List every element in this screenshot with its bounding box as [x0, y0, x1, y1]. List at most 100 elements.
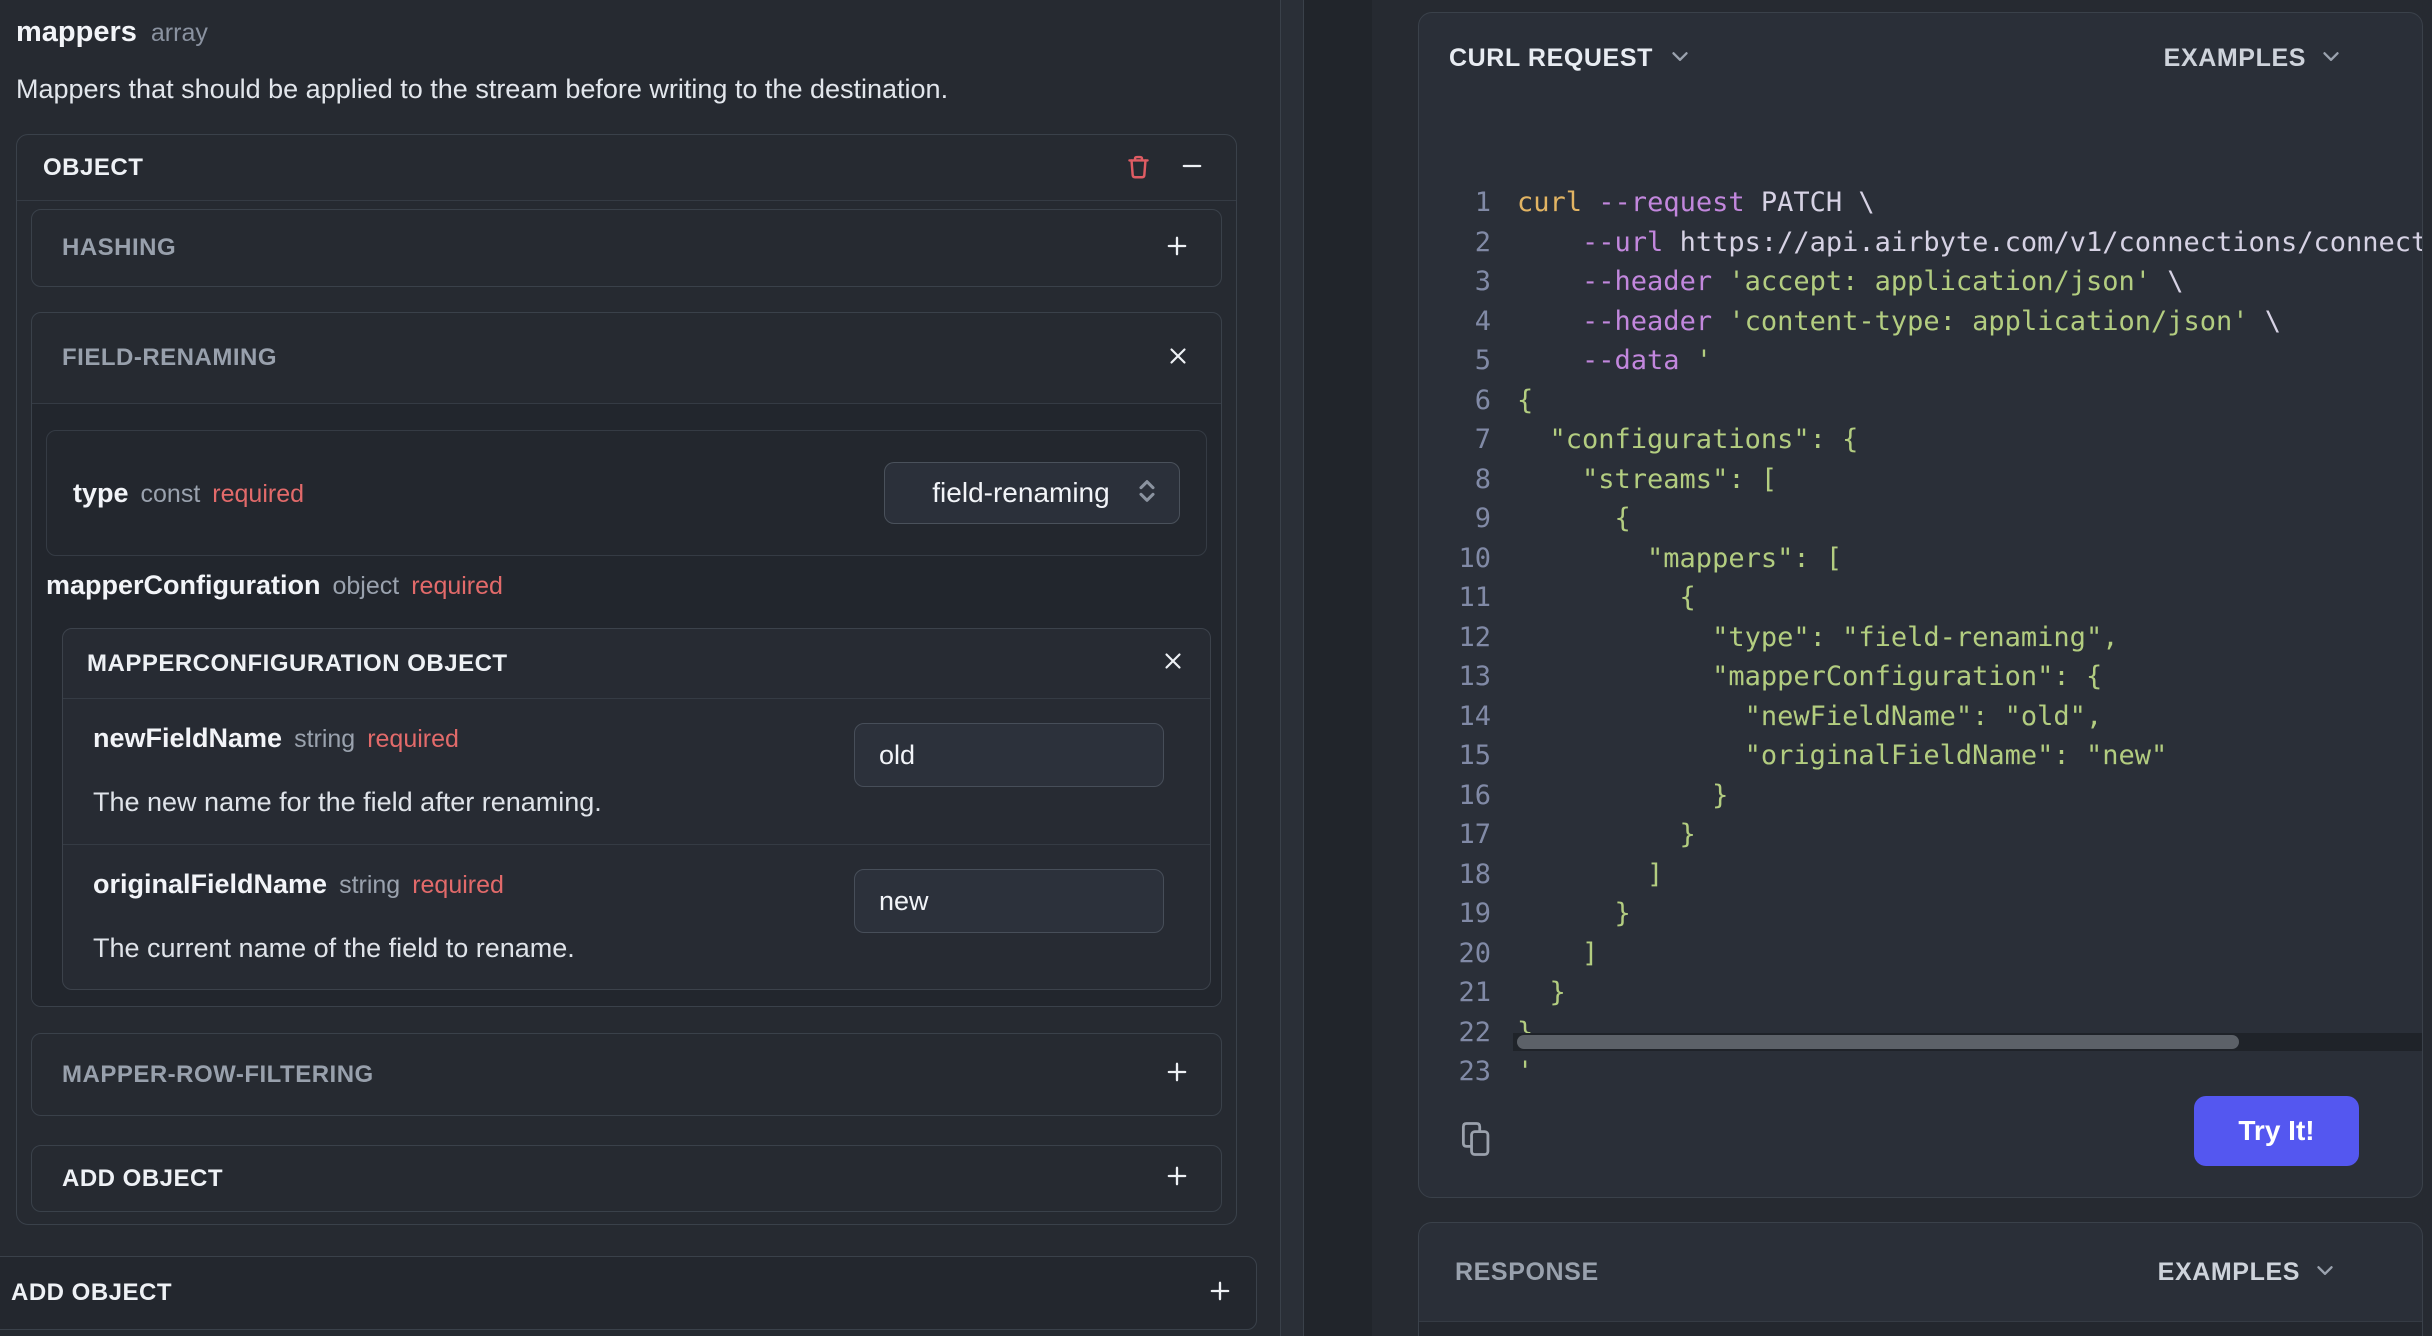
code-line: 18 ] — [1441, 855, 2422, 895]
code-line: 13 "mapperConfiguration": { — [1441, 657, 2422, 697]
response-body — [1419, 1322, 2422, 1336]
line-number: 5 — [1474, 345, 1491, 376]
field-description: The current name of the field to rename. — [93, 932, 575, 963]
close-icon[interactable] — [1160, 648, 1186, 679]
code-line: 15 "originalFieldName": "new" — [1441, 736, 2422, 776]
plus-icon[interactable] — [1163, 232, 1191, 265]
field-name: originalFieldName — [93, 869, 328, 899]
code-line: 4 --header 'content-type: application/js… — [1441, 302, 2422, 342]
chevron-down-icon — [2312, 1257, 2338, 1288]
property-description: Mappers that should be applied to the st… — [16, 73, 949, 104]
schema-column: mappers array Mappers that should be app… — [0, 0, 1280, 1336]
object-card-title: OBJECT — [43, 153, 144, 181]
response-header: RESPONSE EXAMPLES — [1419, 1223, 2422, 1322]
copy-icon — [1456, 1122, 1492, 1162]
new-field-name-row: newFieldName string required The new nam… — [63, 699, 1210, 844]
response-title: RESPONSE — [1455, 1257, 1599, 1286]
field-name: type — [73, 477, 129, 508]
code-line: 19 } — [1441, 894, 2422, 934]
line-number: 9 — [1474, 503, 1491, 534]
code-line: 1 curl --request PATCH \ — [1441, 183, 2422, 223]
curl-examples-dropdown[interactable]: EXAMPLES — [2164, 43, 2344, 74]
curl-request-header: CURL REQUEST EXAMPLES — [1419, 13, 2422, 103]
field-renaming-label: FIELD-RENAMING — [62, 344, 277, 371]
line-number: 7 — [1474, 424, 1491, 455]
object-card: OBJECT HASHING FIELD-RENAMING type const… — [16, 134, 1237, 1225]
examples-label: EXAMPLES — [2157, 1257, 2300, 1286]
minus-icon — [1178, 152, 1206, 183]
code-line: 20 ] — [1441, 934, 2422, 974]
collapse-object-button[interactable] — [1174, 150, 1210, 186]
chevron-down-icon — [2318, 43, 2344, 74]
try-it-button[interactable]: Try It! — [2194, 1096, 2359, 1166]
line-number: 2 — [1474, 226, 1491, 258]
curl-request-title: CURL REQUEST — [1449, 43, 1653, 72]
mapper-configuration-panel: MAPPERCONFIGURATION OBJECT newFieldName … — [62, 628, 1211, 990]
curl-request-dropdown[interactable]: CURL REQUEST — [1449, 43, 1693, 74]
object-card-header: OBJECT — [17, 135, 1236, 201]
response-examples-dropdown[interactable]: EXAMPLES — [2158, 1257, 2338, 1288]
type-field-row: type const required field-renaming — [46, 430, 1207, 556]
code-line: 11 { — [1441, 578, 2422, 618]
original-field-name-row: originalFieldName string required The cu… — [63, 844, 1210, 989]
code-line: 12 "type": "field-renaming", — [1441, 618, 2422, 658]
code-horizontal-scrollbar[interactable] — [1513, 1033, 2422, 1051]
original-field-name-input[interactable] — [854, 869, 1164, 933]
field-renaming-header[interactable]: FIELD-RENAMING — [32, 313, 1221, 404]
copy-code-button[interactable] — [1456, 1119, 1492, 1162]
line-number: 16 — [1458, 779, 1491, 811]
line-number: 12 — [1458, 621, 1491, 653]
docs-page: mappers array Mappers that should be app… — [0, 0, 2432, 1336]
required-badge: required — [412, 871, 504, 899]
curl-footer: Try It! — [1419, 1073, 2422, 1197]
add-object-button-inner[interactable]: ADD OBJECT — [31, 1145, 1222, 1212]
code-line: 2 --url https://api.airbyte.com/v1/conne… — [1441, 223, 2422, 263]
code-line: 7 "configurations": { — [1441, 420, 2422, 460]
scrollbar-thumb[interactable] — [1517, 1035, 2239, 1049]
field-kind: object — [332, 572, 400, 600]
new-field-name-input[interactable] — [854, 723, 1164, 787]
add-object-button-outer[interactable]: ADD OBJECT — [0, 1256, 1257, 1330]
type-field-declaration: type const required — [73, 478, 304, 509]
code-line: 9 { — [1441, 499, 2422, 539]
code-line: 17 } — [1441, 815, 2422, 855]
property-heading: mappers array — [16, 16, 1280, 50]
type-select[interactable]: field-renaming — [884, 462, 1180, 524]
section-hashing[interactable]: HASHING — [31, 209, 1222, 287]
line-number: 11 — [1458, 582, 1491, 613]
field-name: mapperConfiguration — [46, 570, 321, 600]
column-gutter — [1304, 0, 1372, 1336]
field-name: newFieldName — [93, 723, 283, 753]
mapper-configuration-title: MAPPERCONFIGURATION OBJECT — [87, 649, 508, 677]
code-line: 6{ — [1441, 381, 2422, 421]
plus-icon[interactable] — [1163, 1058, 1191, 1091]
section-mapper-row-filtering-label: MAPPER-ROW-FILTERING — [62, 1060, 374, 1088]
trash-icon — [1123, 151, 1154, 185]
line-number: 22 — [1458, 1016, 1491, 1048]
add-object-label: ADD OBJECT — [11, 1279, 173, 1306]
code-block: 1 curl --request PATCH \ 2 --url https://a… — [1419, 103, 2422, 1154]
chevron-down-icon — [1667, 43, 1693, 74]
left-column-scrollbar-track[interactable] — [1281, 0, 1303, 1336]
line-number: 19 — [1458, 898, 1491, 929]
line-number: 8 — [1474, 463, 1491, 495]
mapper-configuration-declaration: mapperConfiguration object required — [46, 570, 1207, 604]
line-number: 15 — [1458, 740, 1491, 771]
examples-label: EXAMPLES — [2163, 43, 2306, 72]
close-icon[interactable] — [1165, 343, 1191, 374]
section-mapper-row-filtering[interactable]: MAPPER-ROW-FILTERING — [31, 1033, 1222, 1116]
required-badge: required — [212, 479, 305, 508]
plus-icon — [1163, 1162, 1191, 1195]
code-lines: 1 curl --request PATCH \ 2 --url https://a… — [1441, 183, 2422, 1092]
line-number: 20 — [1458, 937, 1491, 969]
code-line: 21 } — [1441, 973, 2422, 1013]
field-kind: string — [294, 725, 356, 753]
response-panel: RESPONSE EXAMPLES — [1418, 1222, 2423, 1336]
line-number: 14 — [1458, 700, 1491, 732]
section-hashing-label: HASHING — [62, 234, 177, 261]
field-description: The new name for the field after renamin… — [93, 786, 602, 817]
line-number: 3 — [1474, 266, 1491, 297]
delete-object-button[interactable] — [1120, 150, 1156, 186]
type-select-value: field-renaming — [932, 477, 1110, 508]
code-line: 8 "streams": [ — [1441, 460, 2422, 500]
